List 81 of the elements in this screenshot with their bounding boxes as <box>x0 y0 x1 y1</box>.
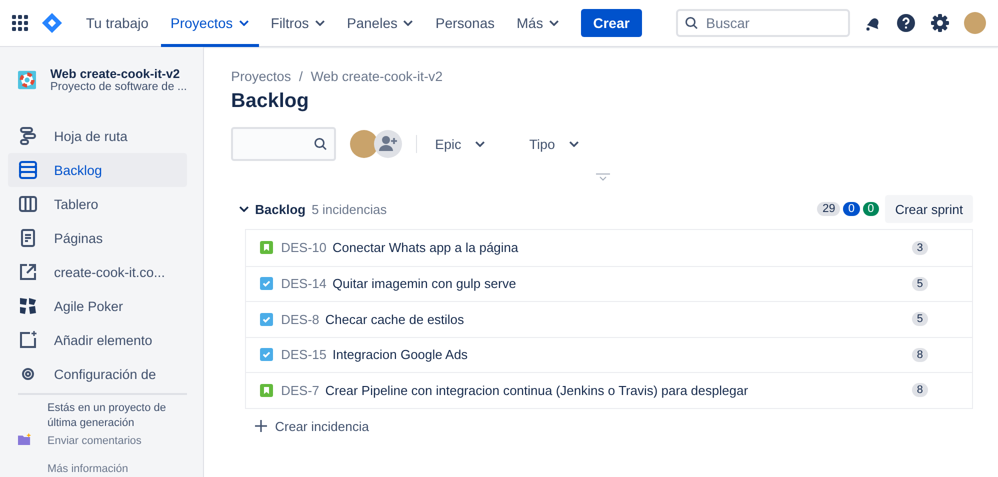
issue-row[interactable]: DES-8 Checar cache de estilos 5 <box>246 301 972 336</box>
issue-row[interactable]: DES-14 Quitar imagemin con gulp serve 5 <box>246 266 972 301</box>
grid-blocks-icon <box>18 296 38 316</box>
issue-summary: Quitar imagemin con gulp serve <box>332 276 518 292</box>
sidebar-item[interactable]: create-cook-it.co... <box>8 255 187 289</box>
filter-dropdown[interactable]: Epic <box>427 136 494 152</box>
diamond-logo-icon[interactable] <box>42 13 62 33</box>
nav-tab[interactable]: Más <box>506 0 570 46</box>
nav-tab[interactable]: Tu trabajo <box>76 0 159 46</box>
project-generation-note: Estás en un proyecto de última generación <box>47 401 168 431</box>
story-points: 5 <box>912 276 928 291</box>
page-title: Backlog <box>231 90 310 113</box>
issue-key[interactable]: DES-7 <box>281 382 320 398</box>
chevron-down-icon <box>569 141 580 147</box>
add-person-icon[interactable] <box>374 130 402 158</box>
search-field[interactable]: Buscar <box>676 9 850 37</box>
project-name: Web create-cook-it-v2 <box>50 67 181 81</box>
story-points: 8 <box>912 348 928 362</box>
issue-row[interactable]: DES-7 Crear Pipeline con integracion continua (Jenkins o Travis) para desplegar 8 <box>246 372 972 408</box>
create-sprint-button[interactable]: Crear sprint <box>885 195 973 223</box>
collapse-handle-icon[interactable] <box>596 173 610 181</box>
checkbox-icon <box>260 348 273 362</box>
issue-summary: Checar cache de estilos <box>325 312 466 327</box>
checkbox-icon <box>260 277 273 290</box>
issue-key[interactable]: DES-8 <box>281 312 320 327</box>
bookmark-icon <box>260 384 273 397</box>
project-type: Proyecto de software de ... <box>50 81 187 93</box>
lifebuoy-icon <box>18 69 36 91</box>
issue-summary: Integracion Google Ads <box>332 347 469 362</box>
issue-summary: Crear Pipeline con integracion continua (Jenkins o Travis) para desplegar <box>325 382 750 398</box>
story-points: 8 <box>912 383 928 398</box>
sidebar-item[interactable]: Tablero <box>8 187 187 221</box>
sidebar-item[interactable]: Agile Poker <box>8 289 187 323</box>
search-icon <box>685 16 698 30</box>
bookmark-icon <box>260 241 273 254</box>
story-points: 5 <box>912 312 928 326</box>
roadmap-icon <box>18 126 38 146</box>
chevron-down-icon <box>475 141 486 147</box>
issue-key[interactable]: DES-14 <box>281 276 327 292</box>
create-issue-button[interactable]: Crear incidencia <box>255 418 369 434</box>
nav-tab[interactable]: Paneles <box>336 0 424 46</box>
points-total-badge: 29 <box>817 202 840 216</box>
issue-row[interactable]: DES-10 Conectar Whats app a la página 3 <box>246 230 972 266</box>
section-title: Backlog <box>255 202 306 216</box>
expand-toggle[interactable] <box>239 206 249 212</box>
filter-search-field[interactable] <box>231 127 336 161</box>
breadcrumb-link[interactable]: Proyectos <box>231 69 292 84</box>
sidebar-item[interactable]: Hoja de ruta <box>8 119 187 153</box>
checkbox-icon <box>260 312 273 326</box>
issue-key[interactable]: DES-15 <box>281 347 327 362</box>
sidebar-item[interactable]: Configuración de <box>8 357 187 391</box>
nav-tab[interactable]: Filtros <box>260 0 335 46</box>
user-avatar[interactable] <box>964 12 986 34</box>
issue-key[interactable]: DES-10 <box>281 240 327 256</box>
user-avatar[interactable] <box>350 130 378 158</box>
sidebar-item[interactable]: Añadir elemento <box>8 323 187 357</box>
points-total-badge: 0 <box>843 202 860 216</box>
sidebar-item[interactable]: Backlog <box>8 153 187 187</box>
issue-count: 5 incidencias <box>312 202 387 216</box>
filter-dropdown[interactable]: Tipo <box>521 136 588 152</box>
breadcrumb-link[interactable]: Web create-cook-it-v2 <box>310 69 443 84</box>
plus-icon <box>255 420 267 432</box>
feedback-link[interactable]: Enviar comentarios <box>47 434 187 449</box>
points-total-badge: 0 <box>862 202 880 216</box>
add-item-icon <box>18 330 38 350</box>
board-icon <box>18 194 38 214</box>
page-icon <box>18 228 38 248</box>
more-info-link[interactable]: Más información <box>47 462 187 477</box>
help-icon[interactable] <box>896 13 916 33</box>
search-icon <box>314 138 327 150</box>
external-link-icon <box>18 262 38 282</box>
nav-tab[interactable]: Personas <box>425 0 505 46</box>
issue-summary: Conectar Whats app a la página <box>332 240 520 256</box>
create-button[interactable]: Crear <box>581 9 642 37</box>
story-points: 3 <box>912 240 928 255</box>
backlog-icon <box>18 160 38 180</box>
sidebar-item[interactable]: Páginas <box>8 221 187 255</box>
issue-row[interactable]: DES-15 Integracion Google Ads 8 <box>246 336 972 372</box>
app-grid-icon[interactable] <box>12 15 28 31</box>
breadcrumb-separator: / <box>299 69 303 84</box>
folder-sparkle-icon <box>18 430 32 448</box>
